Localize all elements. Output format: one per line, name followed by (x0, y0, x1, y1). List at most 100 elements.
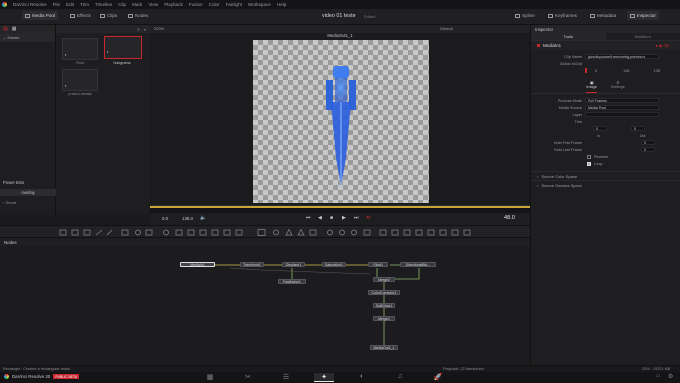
global-out-field[interactable]: 138 (653, 69, 659, 73)
color-page-icon[interactable]: ◐ (352, 373, 372, 382)
viewer-fit[interactable]: Default (440, 26, 453, 31)
bin-overlay[interactable]: overlay (0, 189, 56, 196)
node-displace1[interactable]: Displace1 (282, 262, 305, 267)
project-title: video 01 teste (322, 13, 356, 19)
source-color-space-section[interactable]: › Source Color Space (531, 171, 680, 180)
global-in-field[interactable]: 0 (595, 69, 597, 73)
node-transform1[interactable]: Transform1 (240, 262, 264, 267)
menu-workspace[interactable]: Workspace (248, 2, 271, 7)
smart-bins-label[interactable]: › Smart (3, 200, 16, 205)
reverse-checkbox[interactable] (587, 154, 591, 159)
loop-checkbox[interactable]: ✓ (587, 161, 591, 166)
home-icon[interactable]: ⌂ (656, 373, 660, 379)
node-merge1[interactable]: Merge1 (373, 316, 395, 321)
trim-in-field[interactable]: 0 (593, 126, 607, 131)
grid-view-icon[interactable]: ▦ (12, 26, 17, 32)
search-icon[interactable]: ⌕ (144, 27, 146, 32)
node-glow1[interactable]: Glow1 (368, 262, 388, 267)
menu-trim[interactable]: Trim (80, 2, 89, 7)
node-saturation1[interactable]: Saturation1 (322, 262, 346, 267)
settings-icon[interactable]: ⚙ (668, 373, 673, 380)
play-reverse-icon[interactable]: ◀ (318, 215, 322, 221)
current-frame-field[interactable]: 0.0 (162, 216, 168, 221)
clip-name-field[interactable]: giorclicyourself-removebg-preview.s (585, 54, 659, 59)
trim-out-field[interactable]: 0 (631, 126, 645, 131)
menu-clip[interactable]: Clip (118, 2, 126, 7)
menu-color[interactable]: Color (209, 2, 220, 7)
node-colorcorrector1[interactable]: ColorCorrector1 (368, 290, 400, 295)
node-header[interactable]: MediaIn1 ● ◆ ⌫ ⋮ (531, 41, 680, 50)
node-directionalblur[interactable]: DirectionalBlu... (400, 262, 436, 267)
node-fastnoise1[interactable]: FastNoise1 (278, 279, 306, 284)
go-to-start-icon[interactable]: ⏮ (306, 215, 311, 221)
inspector-button[interactable]: Inspector (627, 11, 659, 20)
end-frame-field[interactable]: 138.0 (182, 216, 193, 221)
menu-edit[interactable]: Edit (66, 2, 74, 7)
stop-icon[interactable]: ■ (330, 215, 333, 221)
tab-modifiers[interactable]: Modifiers (606, 33, 680, 40)
source-gamma-space-section[interactable]: › Source Gamma Space (531, 180, 680, 189)
hold-first-row: Hold First Frame 0 (531, 139, 680, 146)
fairlight-page-icon[interactable]: ♫ (390, 373, 410, 382)
status-bar: Rectangle : Creates a rectangular mask P… (0, 365, 680, 372)
node-enable-icon[interactable] (537, 44, 540, 47)
list-view-icon[interactable]: ▤ (3, 26, 8, 32)
menu-playback[interactable]: Playback (164, 2, 183, 7)
speaker-icon[interactable]: 🔈 (200, 215, 206, 221)
spline-button[interactable]: Spline (515, 13, 535, 18)
global-mid-field[interactable]: 138 (623, 69, 629, 73)
keyframes-icon (548, 13, 553, 18)
viewer-zoom[interactable]: 200% (154, 26, 164, 31)
play-icon[interactable]: ▶ (342, 215, 346, 221)
node-softglow1[interactable]: SoftGlow1 (373, 303, 395, 308)
loop-icon[interactable]: ⟲ (366, 215, 370, 221)
media-source-select[interactable]: Media Pool (585, 105, 659, 110)
sort-icon[interactable]: ≡ (137, 27, 139, 32)
menu-timeline[interactable]: Timeline (95, 2, 112, 7)
subtab-image[interactable]: ▣ Image (586, 80, 597, 93)
go-to-end-icon[interactable]: ⏭ (354, 215, 359, 221)
clip-thumbnail-holograma[interactable]: ▪ (104, 36, 142, 59)
media-pool-button[interactable]: Media Pool (22, 11, 58, 20)
deliver-page-icon[interactable]: 🚀 (428, 373, 448, 382)
node-header-icons[interactable]: ● ◆ ⌫ ⋮ (656, 43, 674, 48)
node-mediain1[interactable]: MediaIn1 (180, 262, 215, 267)
memory-usage: 20% - 19221 MB (642, 367, 671, 371)
menu-file[interactable]: File (53, 2, 60, 7)
viewer-ruler[interactable] (150, 205, 530, 213)
bin-master[interactable]: ⌄ Master (0, 33, 55, 42)
hold-last-field[interactable]: 0 (641, 147, 655, 152)
process-mode-select[interactable]: Full Frames (585, 98, 659, 103)
cut-page-icon[interactable]: ✂ (238, 373, 258, 382)
app-badge: DaVinci Resolve 20 PUBLIC BETA (4, 374, 80, 379)
hold-last-row: Hold Last Frame 0 (531, 146, 680, 153)
clip-thumbnail-fluid[interactable]: ▪ (62, 38, 98, 60)
layer-select[interactable] (585, 112, 659, 117)
nodes-button[interactable]: Nodes (128, 13, 148, 18)
menu-view[interactable]: View (148, 2, 158, 7)
page-tabs: ▦ ✂ ☰ ✦ ◐ ♫ 🚀 (200, 373, 448, 382)
subtab-settings[interactable]: ⚙ Settings (611, 80, 625, 93)
clip-thumbnail-prata[interactable]: ▪ (62, 69, 98, 91)
nodes-panel: Nodes MediaIn1 Transform1 Displace1 Satu… (0, 238, 530, 365)
media-page-icon[interactable]: ▦ (200, 373, 220, 382)
node-name: MediaIn1 (543, 43, 562, 48)
global-in-marker[interactable] (585, 68, 587, 73)
hold-first-field[interactable]: 0 (641, 140, 655, 145)
clips-button[interactable]: Clips (100, 13, 117, 18)
playback-rate: Playback: 22 frames/sec (443, 367, 485, 371)
menu-help[interactable]: Help (277, 2, 286, 7)
edit-page-icon[interactable]: ☰ (276, 373, 296, 382)
tab-tools[interactable]: Tools (531, 33, 606, 40)
keyframes-button[interactable]: Keyframes (548, 13, 577, 18)
fusion-page-icon[interactable]: ✦ (314, 373, 334, 382)
menu-fusion[interactable]: Fusion (189, 2, 203, 7)
node-merge2[interactable]: Merge2 (373, 277, 395, 282)
menu-fairlight[interactable]: Fairlight (226, 2, 242, 7)
viewer-canvas[interactable] (253, 40, 429, 203)
node-mediaout1[interactable]: MediaOut1_1 (370, 345, 398, 350)
metadata-button[interactable]: Metadata (590, 13, 616, 18)
effects-button[interactable]: Effects (70, 13, 91, 18)
menu-mark[interactable]: Mark (132, 2, 142, 7)
menu-app[interactable]: DaVinci Resolve (13, 2, 47, 7)
